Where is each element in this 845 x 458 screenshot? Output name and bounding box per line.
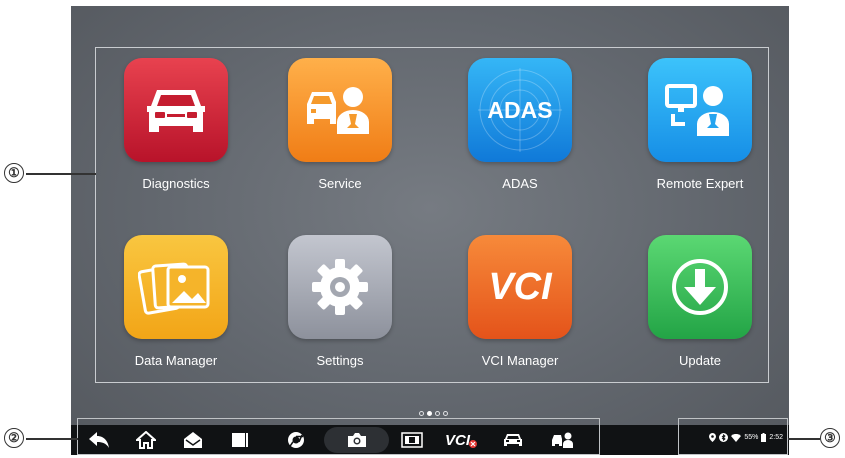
app-service[interactable]: Service: [265, 58, 415, 191]
car-front-icon: [124, 58, 228, 162]
app-label: Settings: [316, 353, 364, 368]
app-adas[interactable]: ADAS ADAS: [445, 58, 595, 191]
app-label: VCI Manager: [481, 353, 559, 368]
adas-icon: ADAS: [468, 58, 572, 162]
car-mechanic-icon: [288, 58, 392, 162]
app-settings[interactable]: Settings: [265, 235, 415, 368]
callout-2-frame: [77, 418, 600, 455]
callout-2: ②: [4, 428, 24, 448]
app-label: Remote Expert: [656, 176, 744, 191]
page-dot[interactable]: [435, 411, 440, 416]
tablet-screen: Diagnostics Service ADAS ADAS Remote Exp…: [71, 6, 789, 455]
data-manager-icon: [124, 235, 228, 339]
app-data-manager[interactable]: Data Manager: [101, 235, 251, 368]
app-label: Diagnostics: [142, 176, 210, 191]
gear-icon: [288, 235, 392, 339]
page-dot[interactable]: [443, 411, 448, 416]
callout-2-leader: [26, 438, 78, 440]
app-label: Data Manager: [134, 353, 218, 368]
callout-3: ③: [820, 428, 840, 448]
page-dot[interactable]: [419, 411, 424, 416]
callout-3-frame: [678, 418, 788, 455]
app-label: Update: [679, 353, 721, 368]
app-vci-manager[interactable]: VCI VCI Manager: [445, 235, 595, 368]
app-diagnostics[interactable]: Diagnostics: [101, 58, 251, 191]
vci-icon: VCI: [468, 235, 572, 339]
app-remote-expert[interactable]: Remote Expert: [625, 58, 775, 191]
page-indicator: [419, 411, 448, 416]
callout-3-leader: [788, 438, 820, 440]
page-dot-active[interactable]: [427, 411, 432, 416]
download-arrow-icon: [648, 235, 752, 339]
app-label: ADAS: [502, 176, 538, 191]
vci-icon-text: VCI: [488, 265, 552, 308]
app-label: Service: [318, 176, 362, 191]
remote-expert-icon: [648, 58, 752, 162]
callout-1-leader: [26, 173, 96, 175]
adas-icon-text: ADAS: [487, 96, 553, 123]
callout-1: ①: [4, 163, 24, 183]
app-update[interactable]: Update: [625, 235, 775, 368]
